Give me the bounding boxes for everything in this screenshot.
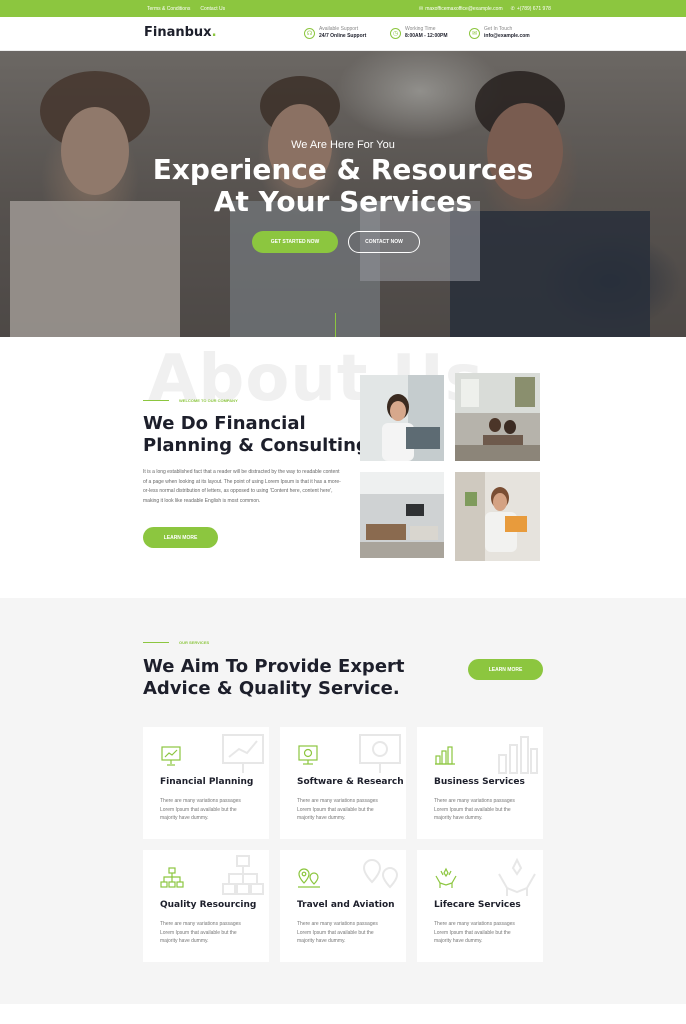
photo-man-reading — [455, 472, 540, 561]
service-card-software-research[interactable]: Software & Research There are many varia… — [280, 727, 406, 839]
service-card-travel-aviation[interactable]: Travel and Aviation There are many varia… — [280, 850, 406, 962]
service-card-desc: There are many variations passages Lorem… — [434, 798, 515, 821]
logo-dot: . — [211, 25, 217, 40]
hero-title-line1: Experience & Resources — [152, 153, 534, 186]
scroll-indicator — [335, 313, 336, 337]
time-value: 8:00AM - 12:00PM — [405, 33, 448, 39]
touch-info: ✉ Get In Touch info@example.com — [469, 26, 530, 40]
site-header: Finanbux. ☊ Available Support 24/7 Onlin… — [0, 17, 686, 51]
time-label: Working Time — [405, 26, 436, 32]
service-card-desc: There are many variations passages Lorem… — [160, 921, 241, 944]
presentation-chart-icon — [161, 746, 181, 766]
map-pin-watermark-icon — [362, 858, 399, 889]
hands-care-icon — [435, 867, 457, 888]
support-label: Available Support — [319, 26, 359, 32]
service-card-financial-planning[interactable]: Financial Planning There are many variat… — [143, 727, 269, 839]
about-learn-more-button[interactable]: LEARN MORE — [143, 527, 218, 548]
services-learn-more-button[interactable]: LEARN MORE — [468, 659, 543, 680]
support-info: ☊ Available Support 24/7 Online Support — [304, 26, 366, 40]
hero-title: Experience & Resources At Your Services — [0, 154, 686, 218]
hero-subtitle: We Are Here For You — [291, 139, 395, 151]
bar-chart-watermark-icon — [498, 736, 538, 774]
tagline-line — [143, 400, 169, 401]
logo[interactable]: Finanbux. — [144, 25, 217, 40]
bar-chart-icon — [435, 746, 455, 765]
presentation-chart-watermark-icon — [222, 734, 264, 773]
headset-icon: ☊ — [304, 27, 315, 39]
photo-office-meeting — [455, 373, 540, 461]
touch-value[interactable]: info@example.com — [484, 33, 530, 40]
touch-label: Get In Touch — [484, 26, 513, 32]
service-card-desc: There are many variations passages Lorem… — [434, 921, 515, 944]
services-tagline-text: OUR SERVICES — [179, 640, 210, 645]
email-contact[interactable]: ✉ maxofficemaxoffice@example.com — [419, 6, 503, 12]
mail-icon: ✉ — [419, 6, 424, 12]
about-tagline-text: WELCOME TO OUR COMPANY — [179, 398, 238, 403]
hero-banner: We Are Here For You Experience & Resourc… — [0, 51, 686, 337]
about-tagline: WELCOME TO OUR COMPANY — [143, 398, 238, 403]
org-chart-watermark-icon — [222, 855, 264, 895]
topbar-email: maxofficemaxoffice@example.com — [425, 6, 503, 12]
photo-woman-laptop — [360, 375, 444, 461]
services-title: We Aim To Provide Expert Advice & Qualit… — [143, 656, 405, 700]
support-value: 24/7 Online Support — [319, 33, 367, 39]
service-card-quality-resourcing[interactable]: Quality Resourcing There are many variat… — [143, 850, 269, 962]
clock-icon: ◷ — [390, 27, 401, 39]
terms-link[interactable]: Terms & Conditions — [147, 6, 190, 12]
logo-text: Finanbux — [144, 25, 212, 40]
service-card-title: Travel and Aviation — [297, 900, 395, 910]
topbar-phone: +(789) 671 978 — [516, 6, 551, 12]
envelope-icon: ✉ — [469, 27, 480, 39]
page-bottom — [0, 1004, 686, 1024]
phone-icon: ✆ — [510, 6, 515, 12]
service-card-business-services[interactable]: Business Services There are many variati… — [417, 727, 543, 839]
map-pin-icon — [298, 868, 320, 888]
about-title-line2: Planning & Consulting — [143, 435, 369, 456]
working-time-info: ◷ Working Time 8:00AM - 12:00PM — [390, 26, 448, 40]
service-card-title: Financial Planning — [160, 777, 254, 787]
top-bar: Terms & Conditions Contact Us ✉ maxoffice… — [0, 0, 686, 17]
service-card-desc: There are many variations passages Lorem… — [297, 921, 378, 944]
hands-care-watermark-icon — [498, 857, 536, 896]
service-card-title: Business Services — [434, 777, 525, 787]
services-tagline: OUR SERVICES — [143, 640, 209, 645]
org-chart-icon — [160, 867, 184, 888]
service-card-lifecare[interactable]: Lifecare Services There are many variati… — [417, 850, 543, 962]
hero-title-line2: At Your Services — [213, 185, 473, 218]
service-card-desc: There are many variations passages Lorem… — [160, 798, 241, 821]
photo-office-room — [360, 472, 444, 558]
contact-link[interactable]: Contact Us — [200, 6, 225, 12]
contact-now-button[interactable]: CONTACT NOW — [348, 231, 420, 253]
service-card-title: Quality Resourcing — [160, 900, 257, 910]
monitor-research-watermark-icon — [359, 734, 401, 773]
phone-contact[interactable]: ✆ +(789) 671 978 — [511, 6, 551, 12]
service-card-title: Software & Research — [297, 777, 404, 787]
monitor-research-icon — [298, 745, 318, 765]
service-card-title: Lifecare Services — [434, 900, 521, 910]
tagline-line — [143, 642, 169, 643]
services-title-line2: Advice & Quality Service. — [143, 678, 400, 699]
about-title-line1: We Do Financial — [143, 413, 306, 434]
about-title: We Do Financial Planning & Consulting — [143, 413, 369, 457]
services-title-line1: We Aim To Provide Expert — [143, 656, 405, 677]
about-text: It is a long established fact that a rea… — [143, 469, 341, 504]
service-card-desc: There are many variations passages Lorem… — [297, 798, 378, 821]
get-started-button[interactable]: GET STARTED NOW — [252, 231, 338, 253]
